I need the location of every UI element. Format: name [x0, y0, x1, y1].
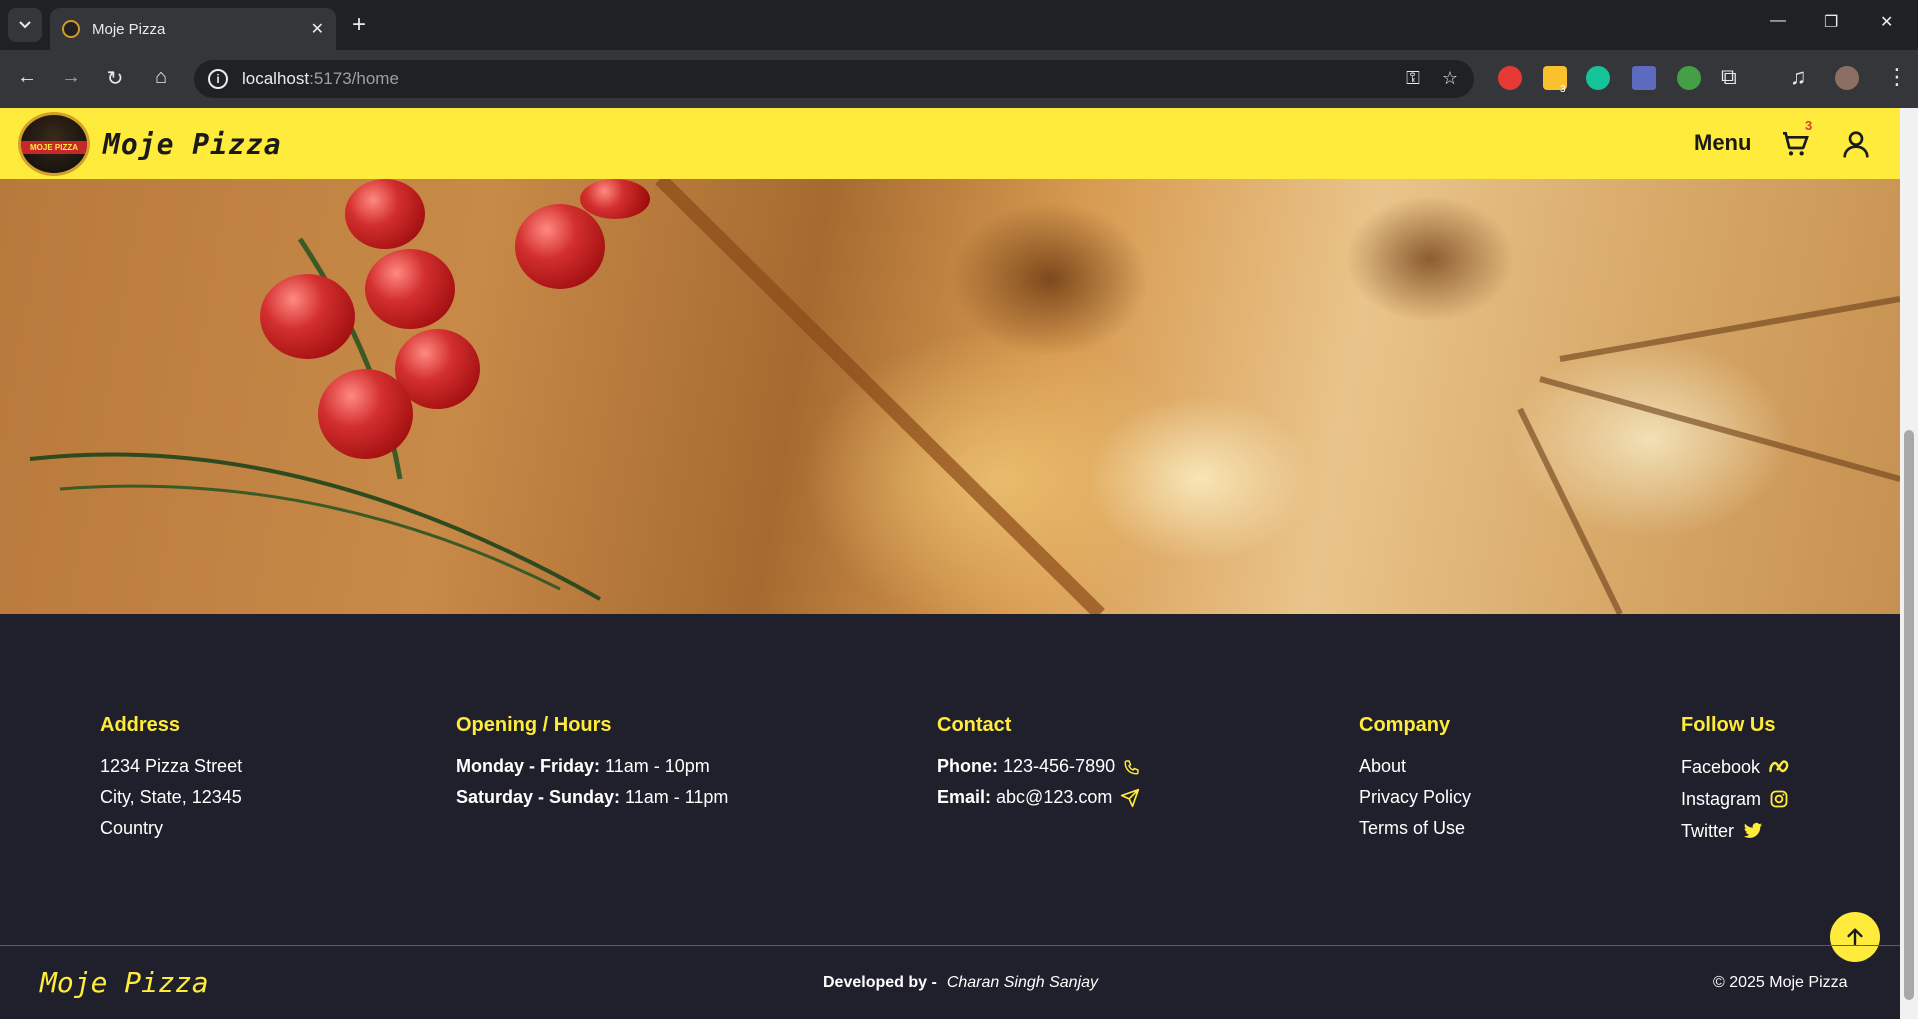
browser-chrome: Moje Pizza ✕ + — ❐ ✕ ← → ↻ ⌂ i localhost…: [0, 0, 1918, 108]
copyright-text: © 2025 Moje Pizza: [1713, 974, 1848, 991]
hero-pizza-image: [0, 179, 1900, 614]
instagram-icon: [1769, 789, 1789, 809]
email-address[interactable]: abc@123.com: [996, 782, 1112, 813]
footer-heading: Contact: [937, 714, 1012, 736]
developed-by-label: Developed by -: [823, 974, 937, 991]
home-icon[interactable]: ⌂: [148, 66, 174, 89]
tomato: [580, 179, 650, 219]
chevron-down-icon: [19, 21, 31, 29]
footer-company: Company About Privacy Policy Terms of Us…: [1359, 714, 1471, 844]
tomato: [345, 179, 425, 249]
logo[interactable]: MOJE PIZZA: [18, 112, 90, 176]
extension-red-icon[interactable]: [1498, 66, 1522, 90]
hours-row: Monday - Friday: 11am - 10pm: [456, 751, 728, 782]
footer-link-privacy[interactable]: Privacy Policy: [1359, 782, 1471, 813]
address-line: Country: [100, 818, 164, 838]
reload-icon[interactable]: ↻: [102, 66, 128, 91]
restore-icon[interactable]: ❐: [1824, 12, 1838, 32]
url-text: localhost:5173/home: [242, 69, 399, 88]
site-header: MOJE PIZZA Moje Pizza Menu 3: [0, 108, 1900, 179]
tab-bar: Moje Pizza ✕ + — ❐ ✕: [0, 0, 1918, 50]
twitter-icon: [1742, 821, 1764, 841]
profile-avatar[interactable]: [1835, 66, 1859, 90]
social-link-twitter[interactable]: Twitter: [1681, 815, 1792, 847]
email-label: Email:: [937, 787, 992, 807]
tomato: [260, 274, 355, 359]
developer-name: Charan Singh Sanjay: [946, 974, 1099, 991]
footer-hours: Opening / Hours Monday - Friday: 11am - …: [456, 714, 728, 813]
hero-illustration: [29, 179, 1900, 614]
scroll-to-top-button[interactable]: [1830, 912, 1880, 962]
address-bar[interactable]: i localhost:5173/home ⚿ ☆: [194, 60, 1474, 98]
hours-label: Saturday - Sunday:: [456, 787, 621, 807]
nav-menu-link[interactable]: Menu: [1694, 130, 1751, 156]
site-footer: Address 1234 Pizza Street City, State, 1…: [0, 614, 1900, 1019]
tab-search-button[interactable]: [8, 8, 42, 42]
page-scrollbar[interactable]: [1900, 108, 1918, 1019]
hours-value: 11am - 10pm: [605, 756, 710, 776]
footer-heading: Address: [100, 714, 181, 736]
phone-number[interactable]: 123-456-7890: [1003, 751, 1115, 782]
send-icon: [1120, 788, 1140, 808]
extension-badge: 3: [1560, 84, 1566, 95]
footer-follow: Follow Us Facebook Instagram Twitter: [1681, 714, 1792, 847]
forward-icon[interactable]: →: [58, 66, 84, 89]
footer-divider: [0, 945, 1900, 946]
scrollbar-thumb[interactable]: [1904, 430, 1914, 1000]
hours-label: Monday - Friday:: [456, 756, 601, 776]
site-brand[interactable]: Moje Pizza: [103, 128, 282, 161]
social-link-facebook[interactable]: Facebook: [1681, 751, 1792, 783]
phone-label: Phone:: [937, 756, 998, 776]
social-label: Facebook: [1681, 757, 1761, 777]
extension-green-icon[interactable]: [1677, 66, 1701, 90]
extension-flag-icon[interactable]: [1632, 66, 1656, 90]
tomato: [365, 249, 455, 329]
footer-link-about[interactable]: About: [1359, 751, 1471, 782]
email-row: Email: abc@123.com: [937, 782, 1141, 813]
footer-heading: Opening / Hours: [456, 714, 612, 736]
password-key-icon[interactable]: ⚿: [1406, 68, 1420, 89]
footer-address: Address 1234 Pizza Street City, State, 1…: [100, 714, 242, 844]
site-info-icon[interactable]: i: [208, 69, 228, 89]
bookmark-star-icon[interactable]: ☆: [1442, 68, 1458, 89]
grammarly-icon[interactable]: [1586, 66, 1610, 90]
new-tab-icon[interactable]: +: [352, 12, 366, 38]
address-line: City, State, 12345: [100, 787, 242, 807]
phone-row: Phone: 123-456-7890: [937, 751, 1141, 782]
meta-icon: [1768, 759, 1792, 775]
hours-value: 11am - 11pm: [625, 787, 729, 807]
footer-brand: Moje Pizza: [40, 966, 209, 999]
logo-band: MOJE PIZZA: [21, 141, 87, 154]
footer-heading: Company: [1359, 714, 1451, 736]
tomato: [515, 204, 605, 289]
media-control-icon[interactable]: ♫: [1790, 64, 1807, 90]
address-line: 1234 Pizza Street: [100, 756, 243, 776]
back-icon[interactable]: ←: [14, 66, 40, 89]
browser-menu-icon[interactable]: ⋮: [1886, 64, 1908, 90]
user-icon[interactable]: [1840, 128, 1872, 160]
social-label: Instagram: [1681, 789, 1762, 809]
tab-title: Moje Pizza: [92, 20, 166, 38]
developer-credit: Developed by - Charan Singh Sanjay: [823, 974, 1098, 992]
extensions-puzzle-icon[interactable]: ⧉: [1721, 64, 1737, 90]
footer-contact: Contact Phone: 123-456-7890 Email: abc@1…: [937, 714, 1141, 813]
tomato: [318, 369, 413, 459]
browser-tab[interactable]: Moje Pizza ✕: [50, 8, 336, 50]
close-window-icon[interactable]: ✕: [1880, 12, 1893, 32]
social-link-instagram[interactable]: Instagram: [1681, 783, 1792, 815]
footer-heading: Follow Us: [1681, 714, 1776, 736]
minimize-icon[interactable]: —: [1770, 12, 1786, 30]
close-tab-icon[interactable]: ✕: [311, 19, 324, 39]
social-label: Twitter: [1681, 821, 1735, 841]
favicon-icon: [62, 20, 80, 38]
cart-count-badge: 3: [1805, 118, 1813, 133]
hours-row: Saturday - Sunday: 11am - 11pm: [456, 782, 728, 813]
phone-icon: [1123, 758, 1141, 776]
footer-link-terms[interactable]: Terms of Use: [1359, 813, 1471, 844]
